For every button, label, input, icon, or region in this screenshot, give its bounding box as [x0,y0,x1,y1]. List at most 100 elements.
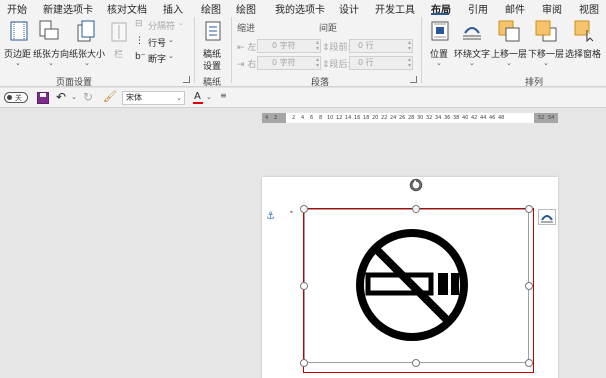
spacing-before-field[interactable]: 0 行 ▴ ▾ [349,39,413,53]
chevron-down-icon: ⌄ [168,36,174,44]
columns-icon [111,22,127,42]
bring-forward-button[interactable]: 上移一层 ⌄ [491,19,527,71]
selection-pane-button[interactable]: 选择窗格 [565,19,605,71]
tab-draw[interactable]: 绘图 [201,1,221,16]
tab-mailings[interactable]: 邮件 [505,1,525,16]
wrap-text-icon [463,27,481,40]
arrange-group-title: 排列 [525,78,544,88]
columns-button[interactable]: 栏 [109,19,129,71]
columns-label: 栏 [114,50,124,60]
layout-options-button[interactable] [538,209,556,225]
undo-icon[interactable]: ↶ [56,90,66,104]
no-smoking-icon[interactable] [354,227,470,343]
spinner-icon[interactable]: ▴ ▾ [408,40,411,52]
ruler-tick: 26 [399,115,406,121]
breaks-icon: ⊟ [135,19,143,29]
chevron-down-icon[interactable]: ⌄ [206,93,212,101]
draft-group-title: 稿纸 [203,78,222,88]
ruler-tick: 2 [274,115,278,121]
ruler-tick: 54 [548,115,555,121]
ruler-tick: 20 [372,115,379,121]
position-button[interactable]: 位置 ⌄ [428,19,452,71]
tab-view[interactable]: 视图 [579,1,599,16]
breaks-button[interactable]: ⊟ 分隔符 ⌄ [135,19,185,32]
line-numbers-button[interactable]: ⋮ 行号 ⌄ [135,36,179,49]
orientation-button[interactable]: 纸张方向 ⌄ [33,19,69,71]
ruler-tick: 22 [381,115,388,121]
resize-handle-bottom[interactable] [412,359,420,367]
wrap-text-button[interactable]: 环绕文字 ⌄ [454,19,490,71]
tab-review-doc[interactable]: 核对文档 [107,1,147,16]
quick-access-toolbar: 关 ↶ ⌄ ↻ 🖌 宋体 ⌄ A ⌄ ≡ [0,88,606,108]
group-separator [194,17,195,83]
spinner-icon[interactable]: ▴ ▾ [316,57,319,69]
ruler-tick: 8 [319,115,323,121]
rotate-handle-icon[interactable] [408,177,424,193]
horizontal-ruler[interactable]: 4 2 2 4 6 8 10 12 14 16 18 20 22 24 26 2… [262,113,558,123]
spacing-before-label: ⇕段前: [322,43,351,53]
tab-review[interactable]: 审阅 [542,1,562,16]
chevron-down-icon: ⌄ [168,52,174,60]
tab-references[interactable]: 引用 [468,1,488,16]
chevron-down-icon: ⌄ [178,19,184,27]
line-numbers-icon: ⋮ [135,36,144,46]
send-backward-button[interactable]: 下移一层 ⌄ [528,19,564,71]
save-icon[interactable] [37,92,49,104]
ruler-tick: 48 [498,115,505,121]
margins-button[interactable]: 页边距 ⌄ [4,19,34,71]
line-numbers-label: 行号 [148,39,167,49]
tab-design[interactable]: 设计 [339,1,359,16]
tab-new[interactable]: 新建选项卡 [43,1,93,16]
resize-handle-top[interactable] [412,205,420,213]
orientation-icon [39,20,59,40]
anchor-icon[interactable]: ⚓ [266,211,275,222]
page-setup-launcher[interactable] [183,76,190,83]
tab-developer[interactable]: 开发工具 [375,1,415,16]
toggle-knob [7,95,12,100]
resize-handle-bottom-left[interactable] [300,359,308,367]
resize-handle-top-left[interactable] [300,205,308,213]
ruler-tick: 10 [327,115,334,121]
font-color-button[interactable]: A [193,91,203,105]
tab-home[interactable]: 开始 [7,1,27,16]
chevron-down-icon: ⌄ [15,59,21,67]
size-button[interactable]: 纸张大小 ⌄ [69,19,105,71]
customize-qat-icon[interactable]: ≡ [220,91,227,100]
paper-size-icon [77,20,95,42]
format-painter-icon[interactable]: 🖌 [103,90,117,103]
hyphenation-button[interactable]: b⁻ 断字 ⌄ [135,52,179,65]
spinner-icon[interactable]: ▴ ▾ [408,57,411,69]
indent-left-field[interactable]: 0 字符 ▴ ▾ [257,39,321,53]
resize-handle-top-right[interactable] [525,205,533,213]
document-area: 4 2 2 4 6 8 10 12 14 16 18 20 22 24 26 2… [0,109,606,378]
draft-settings-button[interactable]: 稿纸 设置 [200,19,228,72]
paragraph-mark-icon: • [289,208,294,217]
paragraph-launcher[interactable] [410,76,417,83]
paragraph-group-title: 段落 [311,78,330,88]
spinner-icon[interactable]: ▴ ▾ [316,40,319,52]
spacing-title: 间距 [319,24,338,34]
bring-forward-icon [498,20,520,42]
chevron-down-icon: ⌄ [543,59,549,67]
position-icon [431,21,449,41]
chevron-down-icon[interactable]: ⌄ [71,93,77,101]
resize-handle-right[interactable] [525,282,533,290]
ribbon-tab-bar: 开始 新建选项卡 核对文档 插入 绘图 绘图 我的选项卡 设计 开发工具 布局 … [0,0,606,16]
tab-insert[interactable]: 插入 [163,1,183,16]
autosave-toggle[interactable]: 关 [4,92,28,103]
chevron-down-icon: ⌄ [506,59,512,67]
font-name-select[interactable]: 宋体 ⌄ [122,91,185,105]
spacing-after-field[interactable]: 0 行 ▴ ▾ [349,56,413,70]
page-setup-group-title: 页面设置 [56,78,93,88]
tab-draw-2[interactable]: 绘图 [236,1,256,16]
indent-right-field[interactable]: 0 字符 ▴ ▾ [257,56,321,70]
ribbon: 页边距 ⌄ 纸张方向 ⌄ 纸张大小 ⌄ 栏 ⊟ 分隔符 ⌄ ⋮ 行号 ⌄ b⁻ [0,15,606,88]
chevron-down-icon: ⌄ [469,59,475,67]
spacing-after-label: ⇕段后: [322,60,351,70]
ruler-tick: 4 [265,115,269,121]
redo-icon[interactable]: ↻ [83,90,93,104]
tab-my-tab[interactable]: 我的选项卡 [275,1,325,16]
selection-pane-icon [574,20,594,42]
resize-handle-bottom-right[interactable] [525,359,533,367]
resize-handle-left[interactable] [300,282,308,290]
